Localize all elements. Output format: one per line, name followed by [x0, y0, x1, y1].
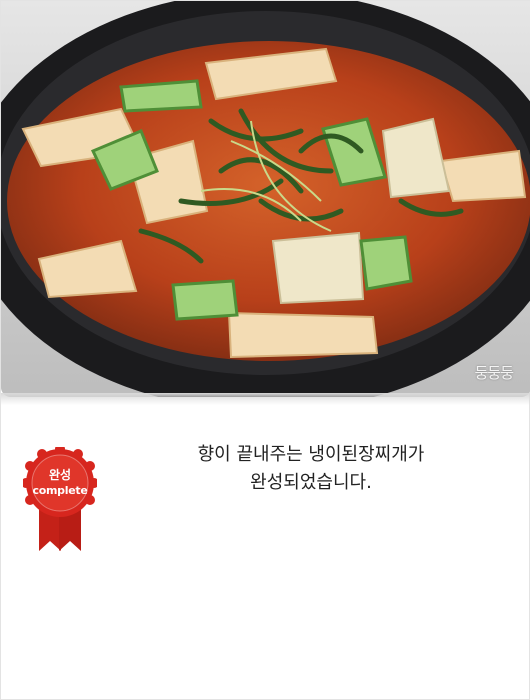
- recipe-step-card: 둥둥둥 완성 complete 향이 끝내주는 냉이된장찌개가 완성되었습니다.: [0, 0, 530, 700]
- photo-shadow: [1, 393, 530, 405]
- message-line-2: 완성되었습니다.: [250, 472, 372, 493]
- badge-title: 완성: [48, 468, 72, 482]
- badge-subtitle: complete: [32, 484, 88, 497]
- stew-photo-illustration: [1, 1, 530, 397]
- message-line-1: 향이 끝내주는 냉이된장찌개가: [197, 444, 425, 465]
- complete-badge: 완성 complete: [23, 447, 97, 557]
- badge-rosette-icon: [23, 447, 97, 551]
- completion-message: 향이 끝내주는 냉이된장찌개가 완성되었습니다.: [111, 441, 511, 497]
- stew-photo: 둥둥둥: [1, 1, 530, 397]
- photo-watermark: 둥둥둥: [474, 364, 514, 382]
